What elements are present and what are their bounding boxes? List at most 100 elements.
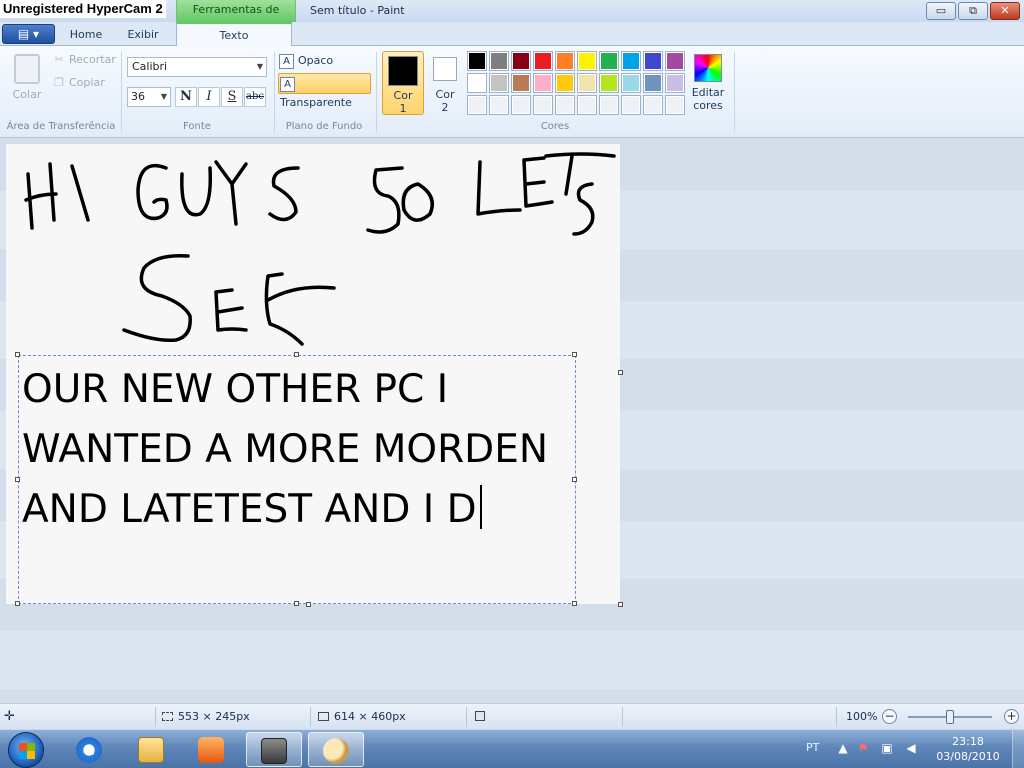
palette-color-swatch[interactable] <box>467 95 487 115</box>
resize-handle[interactable] <box>15 352 20 357</box>
palette-color-swatch[interactable] <box>533 51 553 71</box>
palette-color-swatch[interactable] <box>511 73 531 93</box>
resize-handle[interactable] <box>572 477 577 482</box>
paste-button[interactable]: Colar <box>6 52 48 112</box>
zoom-out-button[interactable]: − <box>882 709 897 724</box>
palette-color-swatch[interactable] <box>577 51 597 71</box>
canvas-size-status: 614 × 460px <box>318 704 406 730</box>
recorder-watermark: Unregistered HyperCam 2 <box>0 0 166 18</box>
group-divider <box>376 52 377 132</box>
palette-color-swatch[interactable] <box>621 51 641 71</box>
color1-number: 1 <box>399 102 407 115</box>
tab-view[interactable]: Exibir <box>115 26 171 46</box>
palette-color-swatch[interactable] <box>643 73 663 93</box>
taskbar-internet-explorer[interactable]: e <box>62 732 118 767</box>
minimize-button[interactable]: ▭ <box>926 2 956 20</box>
status-divider <box>622 707 623 727</box>
palette-color-swatch[interactable] <box>467 73 487 93</box>
close-button[interactable]: ✕ <box>990 2 1020 20</box>
zoom-slider-thumb[interactable] <box>946 710 954 724</box>
clock-time: 23:18 <box>952 735 984 748</box>
tab-home[interactable]: Home <box>62 26 110 46</box>
tab-text[interactable]: Texto <box>176 22 292 47</box>
resize-handle[interactable] <box>294 601 299 606</box>
canvas-resize-handle[interactable] <box>618 370 623 375</box>
show-desktop-button[interactable] <box>1012 730 1024 768</box>
copy-button[interactable]: ❐ Copiar <box>52 74 105 92</box>
text-input-box[interactable]: OUR NEW OTHER PC I WANTED A MORE MORDEN … <box>18 355 576 604</box>
selection-size-status: 553 × 245px <box>162 704 250 730</box>
palette-color-swatch[interactable] <box>489 51 509 71</box>
palette-color-swatch[interactable] <box>489 73 509 93</box>
font-group-label: Fonte <box>183 121 211 132</box>
palette-color-swatch[interactable] <box>599 51 619 71</box>
language-indicator[interactable]: PT <box>806 741 819 754</box>
font-family-select[interactable]: Calibri ▼ <box>127 57 267 77</box>
palette-color-swatch[interactable] <box>533 95 553 115</box>
resize-handle[interactable] <box>572 352 577 357</box>
palette-color-swatch[interactable] <box>621 73 641 93</box>
palette-color-swatch[interactable] <box>533 73 553 93</box>
swatch-fill <box>512 96 530 114</box>
zoom-in-button[interactable]: + <box>1004 709 1019 724</box>
status-bar: ✛ 553 × 245px 614 × 460px 100% − + <box>0 703 1024 729</box>
strikethrough-button[interactable]: abc <box>244 87 266 107</box>
palette-color-swatch[interactable] <box>643 51 663 71</box>
canvas-resize-handle[interactable] <box>306 602 311 607</box>
underline-button[interactable]: S <box>221 87 243 107</box>
maximize-button[interactable]: ⧉ <box>958 2 988 20</box>
palette-color-swatch[interactable] <box>555 73 575 93</box>
transparent-button[interactable]: A Transparente <box>278 73 371 109</box>
network-icon[interactable]: ▣ <box>880 739 894 757</box>
palette-color-swatch[interactable] <box>577 95 597 115</box>
italic-button[interactable]: I <box>198 87 220 107</box>
transparent-label: Transparente <box>280 96 352 109</box>
palette-color-swatch[interactable] <box>489 95 509 115</box>
font-size-select[interactable]: 36 ▼ <box>127 87 171 107</box>
color2-button[interactable]: Cor 2 <box>426 51 464 115</box>
color1-button[interactable]: Cor 1 <box>382 51 424 115</box>
palette-color-swatch[interactable] <box>577 73 597 93</box>
paste-label: Colar <box>12 88 42 101</box>
palette-color-swatch[interactable] <box>599 73 619 93</box>
palette-color-swatch[interactable] <box>665 73 685 93</box>
palette-color-swatch[interactable] <box>643 95 663 115</box>
volume-icon[interactable]: ◀ <box>904 739 918 757</box>
canvas-resize-handle[interactable] <box>618 602 623 607</box>
drawing-canvas[interactable]: OUR NEW OTHER PC I WANTED A MORE MORDEN … <box>6 144 620 606</box>
taskbar-paint[interactable] <box>308 732 364 767</box>
palette-color-swatch[interactable] <box>511 51 531 71</box>
palette-color-swatch[interactable] <box>621 95 641 115</box>
taskbar-hypercam[interactable] <box>246 732 302 767</box>
resize-handle[interactable] <box>572 601 577 606</box>
resize-handle[interactable] <box>15 601 20 606</box>
cut-button[interactable]: ✂ Recortar <box>52 51 115 69</box>
palette-color-swatch[interactable] <box>555 95 575 115</box>
taskbar-media-player[interactable] <box>184 732 240 767</box>
selection-size-value: 553 × 245px <box>178 710 250 723</box>
action-center-flag-icon[interactable]: ⚑ <box>856 739 870 757</box>
canvas-workspace: OUR NEW OTHER PC I WANTED A MORE MORDEN … <box>0 139 1024 702</box>
edit-colors-button[interactable]: Editar cores <box>688 52 728 116</box>
resize-handle[interactable] <box>15 477 20 482</box>
paint-menu-button[interactable]: ▤ ▾ <box>2 24 55 44</box>
palette-color-swatch[interactable] <box>511 95 531 115</box>
start-button[interactable] <box>8 732 44 768</box>
palette-color-swatch[interactable] <box>467 51 487 71</box>
resize-handle[interactable] <box>294 352 299 357</box>
system-clock[interactable]: 23:18 03/08/2010 <box>928 734 1008 764</box>
status-divider <box>836 707 837 727</box>
palette-color-swatch[interactable] <box>665 95 685 115</box>
palette-color-swatch[interactable] <box>665 51 685 71</box>
color1-label: Cor <box>393 89 413 102</box>
swatch-fill <box>534 74 552 92</box>
palette-color-swatch[interactable] <box>555 51 575 71</box>
chevron-up-icon[interactable]: ▲ <box>836 739 850 757</box>
text-caret <box>479 485 482 529</box>
textbox-content[interactable]: OUR NEW OTHER PC I WANTED A MORE MORDEN … <box>22 360 574 540</box>
taskbar-windows-explorer[interactable] <box>124 732 180 767</box>
bold-button[interactable]: N <box>175 87 197 107</box>
palette-color-swatch[interactable] <box>599 95 619 115</box>
selection-icon <box>162 712 173 721</box>
opaque-button[interactable]: A Opaco <box>279 52 333 70</box>
